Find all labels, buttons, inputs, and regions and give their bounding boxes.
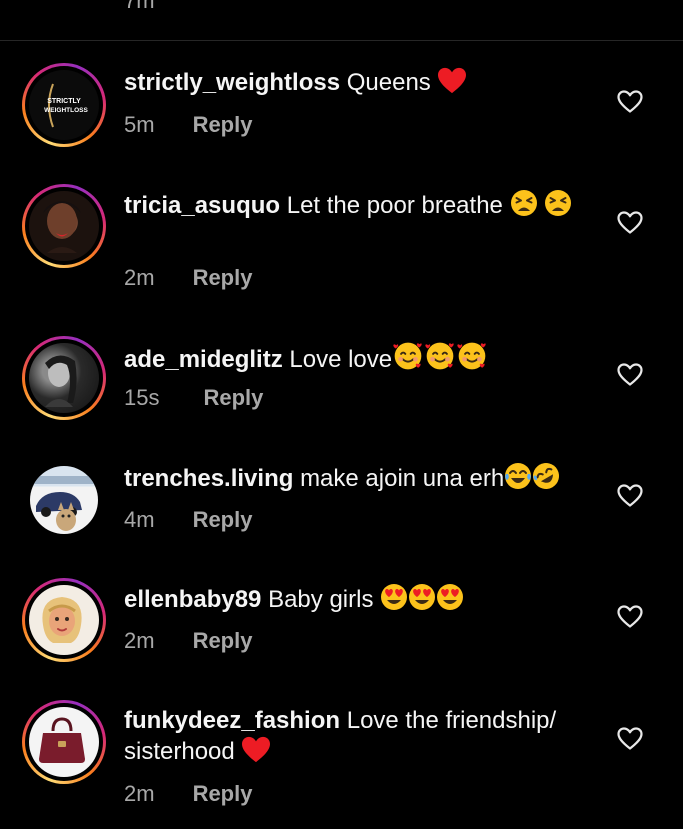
- reply-button[interactable]: Reply: [193, 265, 253, 291]
- comment-time: 4m: [124, 507, 155, 532]
- reply-button[interactable]: Reply: [193, 507, 253, 533]
- comment-text: Let the poor breathe: [286, 192, 503, 219]
- comment-time: 2m: [124, 265, 155, 290]
- red-heart-icon: [437, 67, 467, 95]
- heart-eyes-icon: [436, 583, 464, 611]
- comment-time: 2m: [124, 628, 155, 653]
- rolling-on-the-floor-laughing-icon: [532, 462, 560, 490]
- avatar[interactable]: [22, 700, 106, 784]
- comment-text: Queens: [346, 69, 431, 96]
- heart-eyes-icon: [380, 583, 408, 611]
- like-heart-icon[interactable]: [617, 727, 643, 751]
- comment-username[interactable]: trenches.living: [124, 465, 293, 492]
- comment-body: tricia_asuquo Let the poor breathe: [124, 189, 583, 221]
- heart-eyes-icon: [408, 583, 436, 611]
- avatar[interactable]: STRICTLY WEIGHTLOSS: [22, 63, 106, 147]
- avatar[interactable]: [22, 578, 106, 662]
- reply-button[interactable]: Reply: [193, 781, 253, 807]
- comment-meta: 2m Reply: [124, 781, 252, 807]
- brand-logo-icon: STRICTLY WEIGHTLOSS: [44, 83, 89, 128]
- svg-text:STRICTLY: STRICTLY: [47, 98, 81, 105]
- profile-photo-icon: [30, 476, 98, 531]
- comment-meta: 15s Reply: [124, 385, 263, 411]
- svg-text:WEIGHTLOSS: WEIGHTLOSS: [44, 107, 88, 114]
- comment-meta: 5m Reply: [124, 112, 252, 138]
- like-heart-icon[interactable]: [617, 363, 643, 387]
- profile-photo-icon: [43, 201, 81, 253]
- comment-username[interactable]: ellenbaby89: [124, 586, 261, 613]
- comment-body: strictly_weightloss Queens: [124, 67, 583, 98]
- smiling-face-with-hearts-icon: [424, 341, 456, 371]
- comment-meta: 2m Reply: [124, 628, 252, 654]
- red-heart-icon: [241, 736, 271, 764]
- face-with-tears-of-joy-icon: [504, 462, 532, 490]
- profile-photo-icon: [45, 355, 77, 407]
- comment-meta: 4m Reply: [124, 507, 252, 533]
- comment-username[interactable]: strictly_weightloss: [124, 69, 340, 96]
- like-heart-icon[interactable]: [617, 605, 643, 629]
- smiling-face-with-hearts-icon: [456, 341, 488, 371]
- comment-username[interactable]: tricia_asuquo: [124, 192, 280, 219]
- tired-face-icon: [510, 189, 538, 217]
- avatar[interactable]: [22, 184, 106, 268]
- comment-body: ade_mideglitz Love love: [124, 341, 583, 375]
- comments-divider: [0, 40, 683, 41]
- comment-time: 15s: [124, 385, 160, 410]
- comment-body: ellenbaby89 Baby girls: [124, 583, 583, 615]
- like-heart-icon[interactable]: [617, 484, 643, 508]
- comment-text: Love love: [289, 346, 393, 373]
- comment-time: 5m: [124, 112, 155, 137]
- reply-button[interactable]: Reply: [193, 112, 253, 138]
- comment-body: trenches.living make ajoin una erh: [124, 462, 583, 494]
- comment-time: 2m: [124, 781, 155, 806]
- handbag-icon: [39, 717, 85, 763]
- tired-face-icon: [544, 189, 572, 217]
- comment-username[interactable]: funkydeez_fashion: [124, 707, 340, 734]
- comment-meta: 2m Reply: [124, 265, 252, 291]
- avatar[interactable]: [30, 466, 98, 534]
- previous-comment-time: 7m: [124, 0, 155, 13]
- comment-text: make ajoin una erh: [300, 465, 505, 492]
- comment-body: funkydeez_fashion Love the friendship/ s…: [124, 705, 583, 767]
- like-heart-icon[interactable]: [617, 211, 643, 235]
- like-heart-icon[interactable]: [617, 90, 643, 114]
- comment-text: Baby girls: [268, 586, 374, 613]
- avatar[interactable]: [22, 336, 106, 420]
- profile-photo-icon: [42, 597, 82, 643]
- comment-username[interactable]: ade_mideglitz: [124, 346, 283, 373]
- reply-button[interactable]: Reply: [193, 628, 253, 654]
- smiling-face-with-hearts-icon: [392, 341, 424, 371]
- reply-button[interactable]: Reply: [203, 385, 263, 411]
